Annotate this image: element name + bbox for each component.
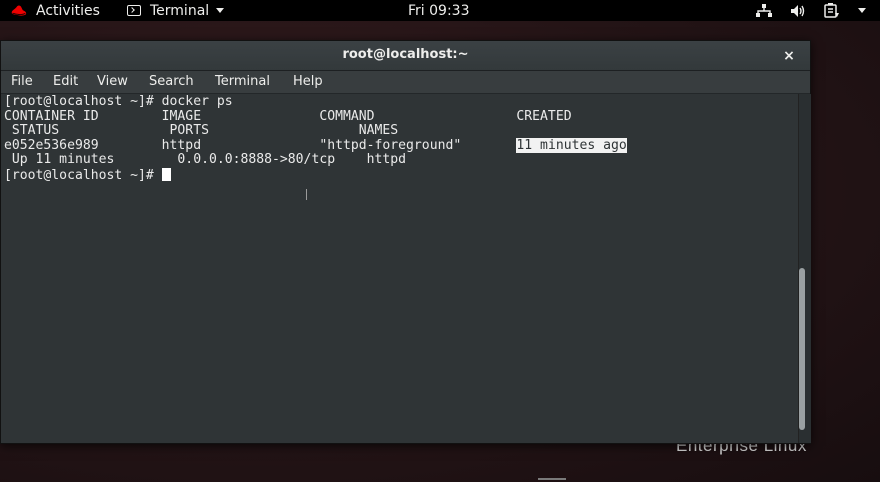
menu-file[interactable]: File xyxy=(11,74,33,89)
terminal-output[interactable]: [root@localhost ~]# docker ps CONTAINER … xyxy=(1,94,798,443)
desktop-artifact xyxy=(538,478,566,480)
window-title: root@localhost:~ xyxy=(342,47,469,62)
menu-edit[interactable]: Edit xyxy=(53,74,78,89)
terminal-line: Up 11 minutes 0.0.0.0:8888->80/tcp httpd xyxy=(4,152,407,167)
scrollbar-thumb[interactable] xyxy=(799,268,805,430)
text-cursor xyxy=(161,167,171,181)
menu-terminal[interactable]: Terminal xyxy=(215,74,270,89)
top-bar: Activities Terminal Fri 09:33 xyxy=(0,0,880,21)
terminal-line: e052e536e989 httpd "httpd-foreground" xyxy=(4,137,517,153)
chevron-down-icon xyxy=(216,8,225,13)
menu-search[interactable]: Search xyxy=(149,74,194,89)
system-menu-arrow-icon xyxy=(858,8,866,13)
mouse-ibeam-icon xyxy=(306,189,307,200)
terminal-prompt: [root@localhost ~]# xyxy=(4,167,162,183)
menu-help[interactable]: Help xyxy=(293,74,323,89)
menu-bar: File Edit View Search Terminal Help xyxy=(1,71,810,94)
terminal-line: STATUS PORTS NAMES xyxy=(4,123,399,138)
close-button[interactable]: × xyxy=(780,47,798,65)
terminal-text: [root@localhost ~]# docker ps CONTAINER … xyxy=(4,94,627,183)
terminal-line: [root@localhost ~]# docker ps xyxy=(4,94,233,109)
app-menu-terminal[interactable]: Terminal xyxy=(127,0,225,21)
battery-icon xyxy=(824,3,839,18)
activities-button[interactable]: Activities xyxy=(10,0,100,21)
redhat-logo-icon xyxy=(11,4,27,16)
terminal-window[interactable]: root@localhost:~ × File Edit View Search… xyxy=(0,40,811,444)
selected-text[interactable]: 11 minutes ago xyxy=(516,137,627,153)
network-icon xyxy=(756,3,772,17)
app-menu-label: Terminal xyxy=(150,2,210,19)
window-titlebar[interactable]: root@localhost:~ × xyxy=(1,41,810,71)
menu-view[interactable]: View xyxy=(97,74,128,89)
activities-label: Activities xyxy=(36,2,100,19)
terminal-line: CONTAINER ID IMAGE COMMAND CREATED xyxy=(4,108,572,124)
system-tray[interactable] xyxy=(756,0,866,21)
clock[interactable]: Fri 09:33 xyxy=(408,0,469,21)
terminal-icon xyxy=(127,5,141,16)
volume-icon xyxy=(791,4,805,17)
